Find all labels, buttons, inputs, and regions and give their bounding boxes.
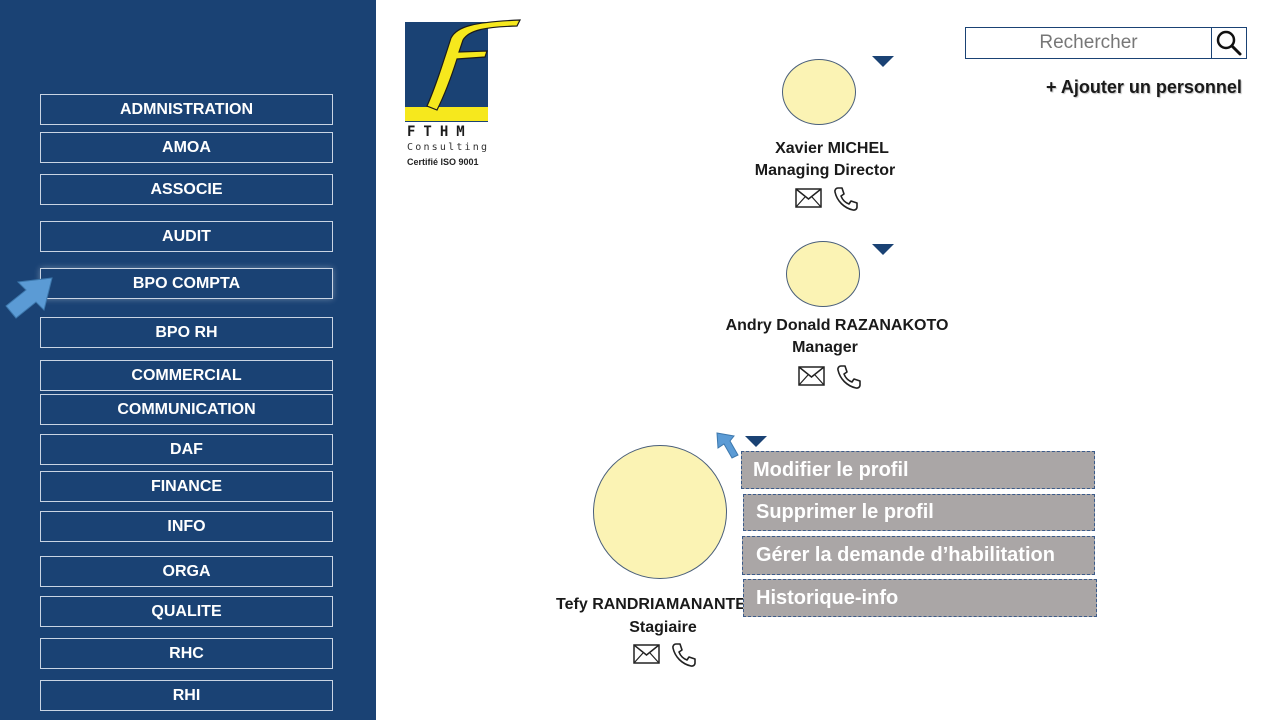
dept-button-communication[interactable]: COMMUNICATION — [40, 394, 333, 425]
dept-button-amoa[interactable]: AMOA — [40, 132, 333, 163]
dept-button-rhc[interactable]: RHC — [40, 638, 333, 669]
search-icon — [1216, 30, 1242, 56]
person-name: Andry Donald RAZANAKOTO — [725, 317, 949, 334]
search-input[interactable] — [965, 27, 1212, 59]
logo-name: FTHM — [407, 124, 473, 140]
dept-button-audit[interactable]: AUDIT — [40, 221, 333, 252]
dept-button-bpo-rh[interactable]: BPO RH — [40, 317, 333, 348]
dept-button-commercial[interactable]: COMMERCIAL — [40, 360, 333, 391]
pointer-arrow-icon — [716, 432, 739, 459]
dept-button-administration[interactable]: ADMNISTRATION — [40, 94, 333, 125]
phone-icon[interactable] — [670, 641, 698, 669]
search-button[interactable] — [1212, 27, 1247, 59]
person-name: Tefy RANDRIAMANANTE — [556, 596, 746, 613]
fthm-logo: FTHM Consulting Certifié ISO 9001 — [405, 18, 523, 173]
profile-menu-caret-icon[interactable] — [745, 436, 767, 447]
logo-certification: Certifié ISO 9001 — [407, 157, 479, 167]
profile-menu-caret-icon[interactable] — [872, 244, 894, 255]
pointer-arrow-icon — [5, 277, 53, 319]
dept-button-qualite[interactable]: QUALITE — [40, 596, 333, 627]
menu-item-manage-authorization[interactable]: Gérer la demande d’habilitation — [742, 536, 1095, 575]
dept-button-daf[interactable]: DAF — [40, 434, 333, 465]
person-role: Manager — [792, 339, 858, 356]
dept-button-orga[interactable]: ORGA — [40, 556, 333, 587]
menu-item-history-info[interactable]: Historique-info — [743, 579, 1097, 617]
dept-button-finance[interactable]: FINANCE — [40, 471, 333, 502]
avatar[interactable] — [593, 445, 727, 579]
profile-menu-caret-icon[interactable] — [872, 56, 894, 67]
menu-item-delete-profile[interactable]: Supprimer le profil — [743, 494, 1095, 531]
dept-button-rhi[interactable]: RHI — [40, 680, 333, 711]
email-icon[interactable] — [798, 366, 825, 386]
logo-subtitle: Consulting — [407, 142, 490, 153]
search-bar — [965, 27, 1247, 59]
phone-icon[interactable] — [832, 185, 860, 213]
department-sidebar: ADMNISTRATION AMOA ASSOCIE AUDIT BPO COM… — [0, 0, 376, 720]
logo-f-letter-icon — [426, 19, 521, 111]
avatar[interactable] — [786, 241, 860, 307]
email-icon[interactable] — [795, 188, 822, 208]
dept-button-info[interactable]: INFO — [40, 511, 333, 542]
person-role: Stagiaire — [629, 619, 697, 636]
menu-item-edit-profile[interactable]: Modifier le profil — [741, 451, 1095, 489]
dept-button-bpo-compta[interactable]: BPO COMPTA — [40, 268, 333, 299]
dept-button-associe[interactable]: ASSOCIE — [40, 174, 333, 205]
phone-icon[interactable] — [835, 363, 863, 391]
add-person-button[interactable]: + Ajouter un personnel — [1046, 77, 1242, 98]
person-name: Xavier MICHEL — [775, 140, 889, 157]
person-role: Managing Director — [754, 162, 896, 179]
avatar[interactable] — [782, 59, 856, 125]
email-icon[interactable] — [633, 644, 660, 664]
